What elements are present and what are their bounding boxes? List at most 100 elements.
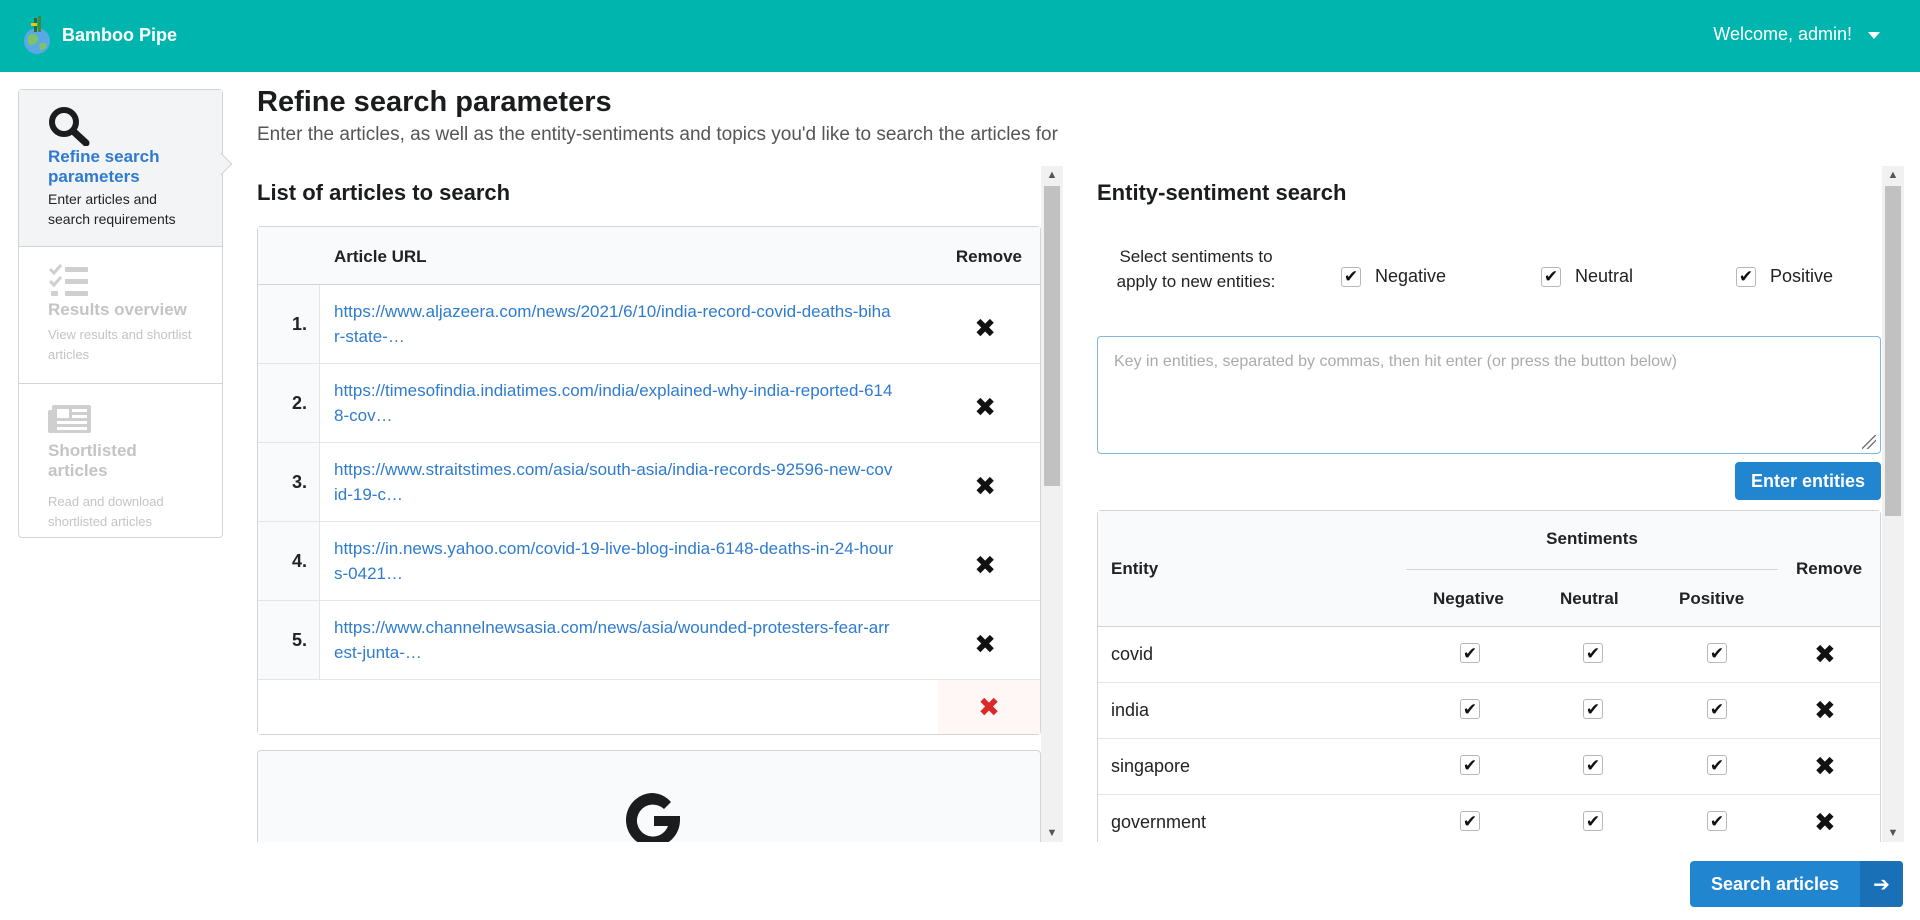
- enter-entities-button[interactable]: Enter entities: [1735, 462, 1881, 500]
- table-row: singapore ✔ ✔ ✔ ✖: [1098, 739, 1880, 795]
- table-row: 1. https://www.aljazeera.com/news/2021/6…: [258, 285, 1040, 364]
- brand-name: Bamboo Pipe: [62, 24, 178, 45]
- positive-checkbox[interactable]: ✔: [1707, 755, 1727, 775]
- positive-checkbox[interactable]: ✔: [1707, 643, 1727, 663]
- remove-icon[interactable]: ✖: [974, 392, 996, 423]
- scroll-up-icon[interactable]: ▲: [1041, 166, 1063, 184]
- checkmark-icon[interactable]: ✔: [1736, 266, 1756, 287]
- remove-icon[interactable]: ✖: [974, 629, 996, 660]
- negative-checkbox[interactable]: ✔: [1460, 755, 1480, 775]
- column-header-sentiments: Sentiments: [1546, 529, 1638, 548]
- neutral-checkbox[interactable]: ✔: [1583, 643, 1603, 663]
- remove-icon[interactable]: ✖: [1814, 751, 1836, 782]
- step-description: View results and shortlist articles: [48, 327, 192, 362]
- entity-scrollbar[interactable]: ▲ ▼: [1882, 166, 1904, 842]
- sentiment-selector: Select sentiments to apply to new entiti…: [1097, 244, 1882, 314]
- step-description: Read and download shortlisted articles: [48, 494, 164, 529]
- negative-checkbox[interactable]: ✔: [1460, 643, 1480, 663]
- article-link[interactable]: https://www.straitstimes.com/asia/south-…: [334, 457, 894, 507]
- article-link[interactable]: https://www.aljazeera.com/news/2021/6/10…: [334, 299, 894, 349]
- entity-input-textarea[interactable]: Key in entities, separated by commas, th…: [1097, 336, 1881, 454]
- entities-table-header: Entity Sentiments Negative Neutral Posit…: [1098, 511, 1880, 627]
- scrollbar-thumb[interactable]: [1885, 186, 1901, 516]
- checkbox-negative[interactable]: ✔ Negative: [1341, 266, 1446, 287]
- remove-icon[interactable]: ✖: [1814, 807, 1836, 838]
- articles-table: Article URL Remove 1. https://www.aljaze…: [257, 226, 1041, 735]
- step-title: Refine search parameters: [48, 147, 160, 186]
- page-subtitle: Enter the articles, as well as the entit…: [257, 124, 1058, 145]
- table-row: 4. https://in.news.yahoo.com/covid-19-li…: [258, 522, 1040, 601]
- article-link[interactable]: https://www.channelnewsasia.com/news/asi…: [334, 615, 894, 665]
- arrow-right-icon: ➔: [1860, 861, 1903, 907]
- checkbox-label: Neutral: [1575, 266, 1634, 286]
- top-navbar: Bamboo Pipe Welcome, admin!: [0, 0, 1920, 72]
- search-articles-label: Search articles: [1710, 873, 1840, 894]
- table-row: 3. https://www.straitstimes.com/asia/sou…: [258, 443, 1040, 522]
- negative-checkbox[interactable]: ✔: [1460, 811, 1480, 831]
- step-shortlisted-articles[interactable]: Shortlisted articles Read and download s…: [19, 384, 222, 537]
- step-refine-search[interactable]: Refine search parameters Enter articles …: [19, 90, 222, 246]
- checkbox-neutral[interactable]: ✔ Neutral: [1541, 266, 1633, 287]
- tasks-icon: [48, 264, 90, 303]
- column-header-positive: Positive: [1679, 589, 1745, 608]
- new-article-row: ✖: [258, 680, 1040, 734]
- scrollbar-thumb[interactable]: [1044, 186, 1060, 486]
- row-number: 3.: [258, 443, 320, 521]
- checkbox-label: Positive: [1770, 266, 1834, 286]
- welcome-text: Welcome, admin!: [1713, 24, 1852, 44]
- entity-section-title: Entity-sentiment search: [1097, 180, 1347, 205]
- neutral-checkbox[interactable]: ✔: [1583, 755, 1603, 775]
- steps-sidebar: Refine search parameters Enter articles …: [18, 89, 223, 538]
- remove-icon[interactable]: ✖: [974, 471, 996, 502]
- table-row: government ✔ ✔ ✔ ✖: [1098, 795, 1880, 842]
- page-title: Refine search parameters: [257, 86, 612, 118]
- entity-name: india: [1111, 700, 1150, 720]
- article-link[interactable]: https://in.news.yahoo.com/covid-19-live-…: [334, 536, 894, 586]
- remove-icon[interactable]: ✖: [974, 550, 996, 581]
- entity-name: singapore: [1111, 756, 1191, 776]
- entity-name: government: [1111, 812, 1207, 832]
- new-article-url-input[interactable]: [258, 680, 940, 734]
- user-menu[interactable]: Welcome, admin!: [1713, 24, 1880, 45]
- row-number: 4.: [258, 522, 320, 600]
- positive-checkbox[interactable]: ✔: [1707, 811, 1727, 831]
- scroll-down-icon[interactable]: ▼: [1882, 824, 1904, 842]
- remove-icon[interactable]: ✖: [1814, 695, 1836, 726]
- negative-checkbox[interactable]: ✔: [1460, 699, 1480, 719]
- brand[interactable]: Bamboo Pipe: [22, 14, 177, 56]
- table-row: 5. https://www.channelnewsasia.com/news/…: [258, 601, 1040, 680]
- neutral-checkbox[interactable]: ✔: [1583, 699, 1603, 719]
- remove-icon[interactable]: ✖: [1814, 639, 1836, 670]
- search-articles-button[interactable]: Search articles ➔: [1690, 861, 1903, 907]
- column-header-entity: Entity: [1111, 559, 1159, 578]
- clear-input-icon[interactable]: ✖: [938, 680, 1040, 734]
- table-row: covid ✔ ✔ ✔ ✖: [1098, 627, 1880, 683]
- step-title: Results overview: [48, 300, 187, 319]
- neutral-checkbox[interactable]: ✔: [1583, 811, 1603, 831]
- sentiment-selector-label: Select sentiments to apply to new entiti…: [1116, 247, 1276, 291]
- google-g-icon: [620, 787, 686, 842]
- articles-section-title: List of articles to search: [257, 180, 511, 205]
- resize-handle-icon[interactable]: [1862, 435, 1876, 449]
- row-number: 2.: [258, 364, 320, 442]
- articles-panel: List of articles to search Article URL R…: [257, 166, 1063, 842]
- articles-table-header: Article URL Remove: [258, 227, 1040, 285]
- article-link[interactable]: https://timesofindia.indiatimes.com/indi…: [334, 378, 894, 428]
- scroll-up-icon[interactable]: ▲: [1882, 166, 1904, 184]
- caret-down-icon: [1868, 24, 1880, 45]
- checkmark-icon[interactable]: ✔: [1341, 266, 1361, 287]
- entity-name: covid: [1111, 644, 1154, 664]
- search-icon: [48, 106, 90, 151]
- google-search-button[interactable]: [257, 750, 1041, 842]
- scroll-down-icon[interactable]: ▼: [1041, 824, 1063, 842]
- checkmark-icon[interactable]: ✔: [1541, 266, 1561, 287]
- step-description: Enter articles and search requirements: [48, 191, 176, 227]
- column-header-remove: Remove: [955, 247, 1022, 266]
- checkbox-positive[interactable]: ✔ Positive: [1736, 266, 1833, 287]
- positive-checkbox[interactable]: ✔: [1707, 699, 1727, 719]
- remove-icon[interactable]: ✖: [974, 313, 996, 344]
- articles-scrollbar[interactable]: ▲ ▼: [1041, 166, 1063, 842]
- column-header-remove: Remove: [1796, 559, 1863, 578]
- row-number: 1.: [258, 285, 320, 363]
- step-results-overview[interactable]: Results overview View results and shortl…: [19, 247, 222, 383]
